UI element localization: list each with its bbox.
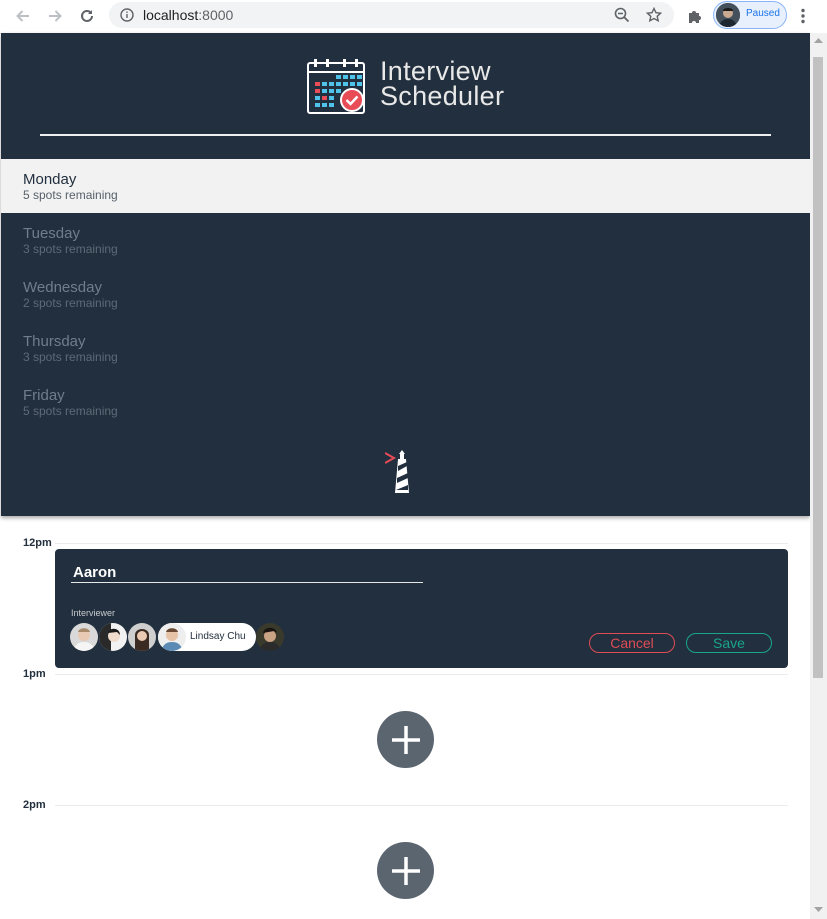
interviewer-name: Lindsay Chu bbox=[190, 631, 246, 642]
day-spots: 2 spots remaining bbox=[23, 296, 118, 310]
back-arrow-icon[interactable] bbox=[12, 5, 34, 27]
slot-divider bbox=[55, 543, 788, 544]
forward-arrow-icon[interactable] bbox=[44, 5, 66, 27]
sidebar: Interview Scheduler Monday 5 spots remai… bbox=[1, 33, 810, 516]
url-text: localhost:8000 bbox=[143, 7, 234, 23]
day-item-tuesday[interactable]: Tuesday 3 spots remaining bbox=[1, 213, 810, 267]
address-bar[interactable]: localhost:8000 bbox=[109, 2, 674, 28]
interviewer-label: Interviewer bbox=[71, 608, 116, 618]
slot-label: 1pm bbox=[23, 668, 46, 680]
calendar-logo-icon bbox=[306, 57, 366, 115]
scroll-up-arrow-icon[interactable] bbox=[814, 37, 823, 43]
menu-kebab-icon[interactable] bbox=[792, 5, 814, 27]
day-name: Wednesday bbox=[23, 279, 102, 296]
student-name-input[interactable] bbox=[71, 562, 423, 583]
browser-toolbar: localhost:8000 Paused bbox=[0, 0, 827, 34]
zoom-out-icon[interactable] bbox=[611, 4, 633, 26]
slot-label: 2pm bbox=[23, 799, 46, 811]
save-button[interactable]: Save bbox=[686, 633, 772, 653]
day-item-wednesday[interactable]: Wednesday 2 spots remaining bbox=[1, 267, 810, 321]
day-name: Friday bbox=[23, 387, 65, 404]
slot-label: 12pm bbox=[23, 537, 52, 549]
day-name: Monday bbox=[23, 171, 77, 188]
add-appointment-button[interactable] bbox=[377, 842, 434, 899]
add-appointment-button[interactable] bbox=[377, 711, 434, 768]
plus-icon bbox=[391, 725, 420, 754]
cancel-button[interactable]: Cancel bbox=[589, 633, 675, 653]
interviewer-selected[interactable]: Lindsay Chu bbox=[158, 623, 256, 651]
interviewer-avatar[interactable] bbox=[70, 623, 98, 651]
day-name: Tuesday bbox=[23, 225, 80, 242]
day-item-monday[interactable]: Monday 5 spots remaining bbox=[1, 159, 810, 213]
day-spots: 5 spots remaining bbox=[23, 404, 118, 418]
bookmark-star-icon[interactable] bbox=[643, 4, 665, 26]
lighthouse-logo-icon bbox=[384, 450, 415, 496]
app-title: Interview Scheduler bbox=[380, 56, 505, 111]
reload-icon[interactable] bbox=[76, 5, 98, 27]
appointment-form: Interviewer Lindsay Chu Cancel Save bbox=[55, 549, 788, 668]
header-divider bbox=[40, 134, 771, 136]
day-name: Thursday bbox=[23, 333, 86, 350]
info-icon[interactable] bbox=[120, 8, 134, 22]
interviewer-avatar bbox=[158, 623, 186, 651]
plus-icon bbox=[391, 856, 420, 885]
slot-divider bbox=[55, 674, 788, 675]
profile-status: Paused bbox=[746, 8, 780, 19]
day-spots: 5 spots remaining bbox=[23, 188, 118, 202]
avatar bbox=[716, 3, 740, 27]
scrollbar-thumb[interactable] bbox=[813, 57, 823, 678]
interviewer-avatar[interactable] bbox=[99, 623, 127, 651]
page-scrollbar[interactable] bbox=[810, 33, 827, 919]
day-spots: 3 spots remaining bbox=[23, 350, 118, 364]
day-item-friday[interactable]: Friday 5 spots remaining bbox=[1, 375, 810, 429]
scroll-down-arrow-icon[interactable] bbox=[814, 907, 823, 913]
extensions-puzzle-icon[interactable] bbox=[684, 5, 706, 27]
interviewer-avatar[interactable] bbox=[256, 623, 284, 651]
profile-button[interactable]: Paused bbox=[713, 1, 787, 29]
day-item-thursday[interactable]: Thursday 3 spots remaining bbox=[1, 321, 810, 375]
interviewer-avatar[interactable] bbox=[128, 623, 156, 651]
day-spots: 3 spots remaining bbox=[23, 242, 118, 256]
slot-divider bbox=[55, 805, 788, 806]
